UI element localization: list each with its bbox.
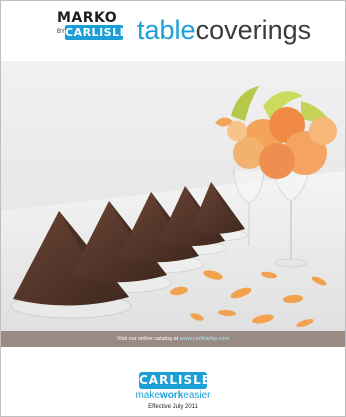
title-part-table: table: [137, 15, 196, 45]
by-label: BY: [57, 29, 66, 35]
slogan-make: make: [135, 390, 160, 401]
title-part-coverings: coverings: [195, 15, 312, 45]
catalog-link[interactable]: www.carlislefsp.com: [180, 336, 230, 342]
caption-text: Visit our online catalog at: [116, 336, 179, 342]
slogan-easier: easier: [183, 390, 211, 401]
catalog-caption: Visit our online catalog at www.carlisle…: [1, 331, 345, 347]
cover-header: MARKO BY CARLISLE tablecoverings: [1, 1, 345, 61]
page-title: tablecoverings: [137, 13, 311, 47]
table-setting-illustration: [1, 61, 345, 347]
slogan: makeworkeasier: [1, 390, 345, 401]
effective-date: Effective July 2011: [148, 404, 198, 410]
slogan-work: work: [159, 390, 184, 401]
catalog-cover: MARKO BY CARLISLE tablecoverings Visit o…: [0, 0, 346, 417]
marko-wordmark: MARKO: [57, 10, 118, 26]
hero-photo: Visit our online catalog at www.carlisle…: [1, 61, 345, 347]
carlisle-logo: CARLISLE: [139, 372, 211, 389]
marko-carlisle-logo: MARKO BY CARLISLE: [57, 11, 129, 47]
carlisle-small-logo: CARLISLE: [65, 25, 128, 40]
